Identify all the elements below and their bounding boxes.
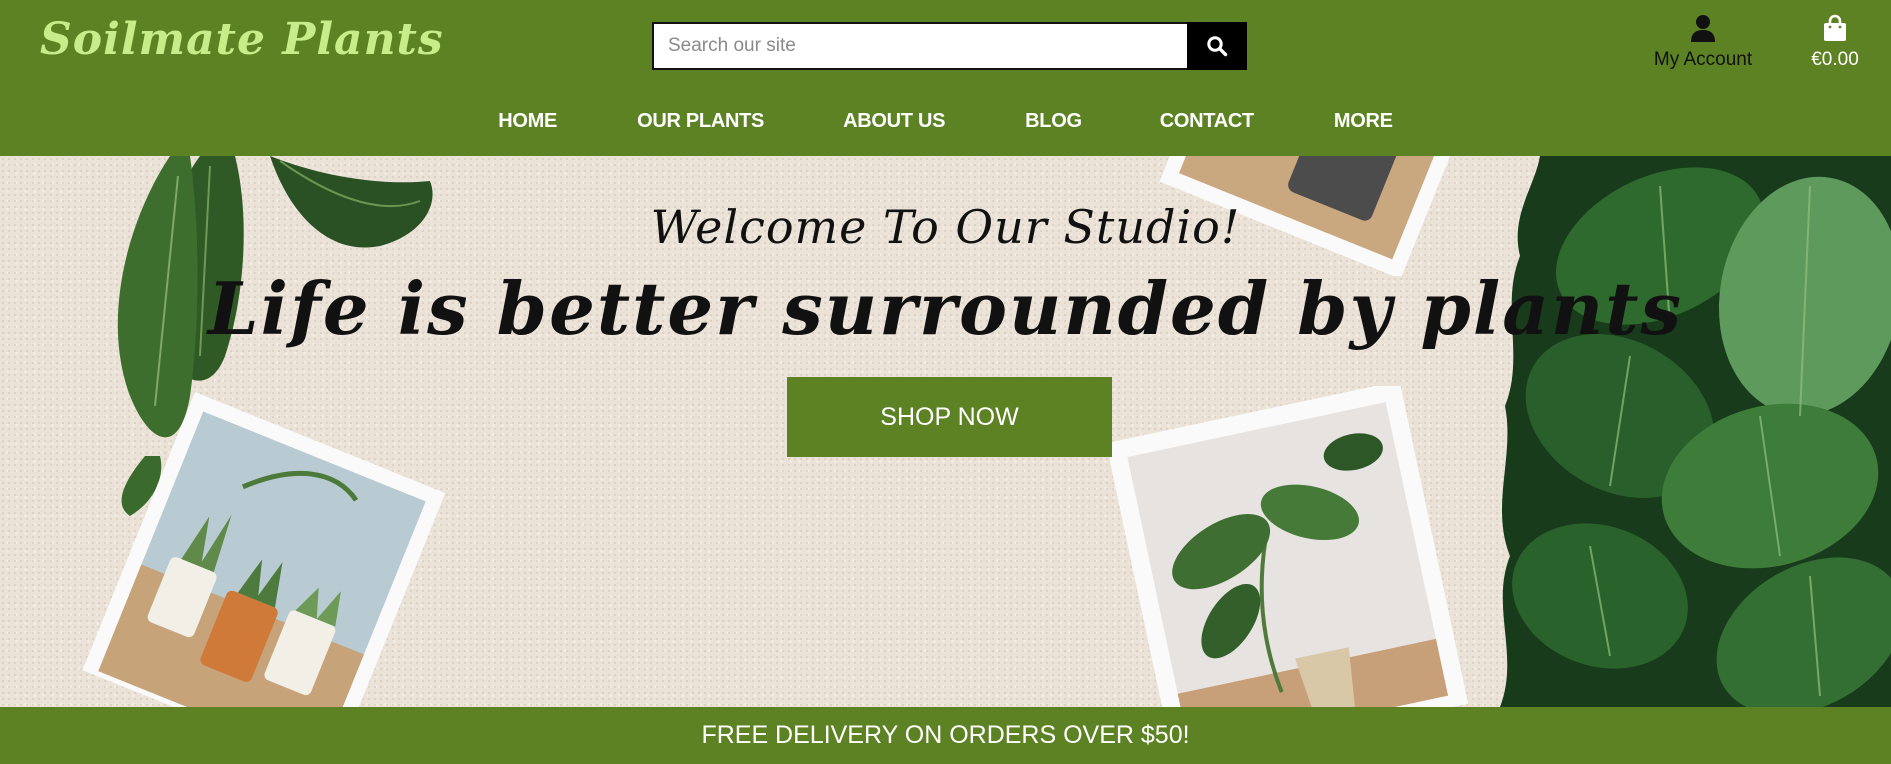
main-nav: HOME OUR PLANTS ABOUT US BLOG CONTACT MO…	[0, 106, 1891, 137]
nav-about-us[interactable]: ABOUT US	[843, 106, 945, 137]
free-delivery-text: FREE DELIVERY ON ORDERS OVER $50!	[701, 721, 1190, 749]
cart-link[interactable]: €0.00	[1800, 14, 1870, 71]
nav-more[interactable]: MORE	[1334, 106, 1393, 137]
search-form	[652, 22, 1247, 70]
monstera-photo	[1110, 386, 1469, 707]
search-icon	[1207, 36, 1228, 57]
user-icon	[1691, 15, 1715, 42]
succulents-photo	[82, 391, 446, 707]
nav-home[interactable]: HOME	[498, 106, 557, 137]
site-logo[interactable]: Soilmate Plants	[40, 14, 444, 65]
search-button[interactable]	[1187, 22, 1247, 70]
hero-heading: Life is better surrounded by plants	[207, 266, 1684, 351]
free-delivery-banner: FREE DELIVERY ON ORDERS OVER $50!	[0, 707, 1891, 764]
hero-section: Welcome To Our Studio! Life is better su…	[0, 156, 1891, 707]
cart-total: €0.00	[1811, 49, 1859, 70]
shopping-bag-icon	[1824, 14, 1846, 41]
shop-now-button[interactable]: SHOP NOW	[787, 377, 1112, 457]
site-header: Soilmate Plants My Account €0.00 HOME OU…	[0, 0, 1891, 156]
my-account-link[interactable]: My Account	[1640, 14, 1766, 71]
nav-blog[interactable]: BLOG	[1025, 106, 1082, 137]
nav-our-plants[interactable]: OUR PLANTS	[637, 106, 764, 137]
hero-title: Welcome To Our Studio!	[650, 200, 1241, 254]
search-input[interactable]	[652, 22, 1187, 70]
nav-contact[interactable]: CONTACT	[1160, 106, 1254, 137]
my-account-label: My Account	[1653, 49, 1753, 70]
